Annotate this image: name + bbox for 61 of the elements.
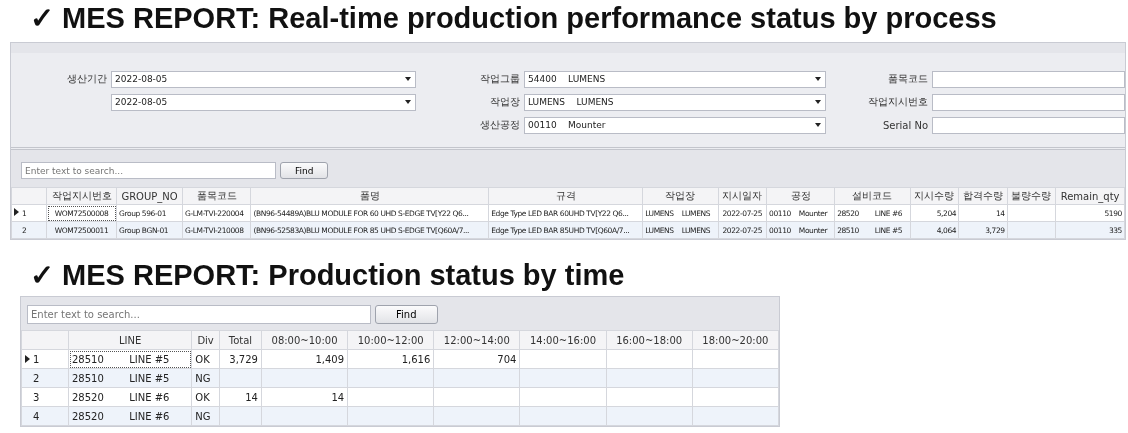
- column-header[interactable]: 불량수량: [1007, 187, 1056, 205]
- row-number[interactable]: 1: [21, 349, 69, 369]
- column-header[interactable]: 14:00~16:00: [519, 330, 607, 350]
- table-cell: 1,409: [261, 349, 348, 369]
- column-header[interactable]: 작업장: [642, 187, 719, 205]
- dropdown-field[interactable]: LUMENS LUMENS: [524, 93, 826, 111]
- input-field[interactable]: [932, 116, 1125, 134]
- column-header[interactable]: 지시일자: [718, 187, 767, 205]
- column-header[interactable]: 12:00~14:00: [433, 330, 520, 350]
- input-field[interactable]: [932, 93, 1125, 111]
- row-number[interactable]: 3: [21, 387, 69, 407]
- table-cell: 3,729: [219, 349, 262, 369]
- dropdown-field[interactable]: 54400 LUMENS: [524, 70, 826, 88]
- column-header[interactable]: 10:00~12:00: [347, 330, 434, 350]
- column-header[interactable]: 설비코드: [834, 187, 911, 205]
- column-header[interactable]: 18:00~20:00: [692, 330, 779, 350]
- column-header[interactable]: 품명: [250, 187, 489, 205]
- column-header[interactable]: 지시수량: [910, 187, 959, 205]
- dropdown-caret-icon[interactable]: [815, 123, 821, 127]
- column-header[interactable]: 16:00~18:00: [606, 330, 693, 350]
- table-cell: 14: [261, 387, 348, 407]
- table-cell: OK: [191, 349, 220, 369]
- column-header[interactable]: 08:00~10:00: [261, 330, 348, 350]
- column-header[interactable]: GROUP_NO: [116, 187, 183, 205]
- table-cell: [1007, 204, 1056, 222]
- field-label: 생산기간: [66, 72, 107, 86]
- table-cell: 14: [219, 387, 262, 407]
- column-header[interactable]: Remain_qty: [1055, 187, 1125, 205]
- dropdown-field[interactable]: 00110 Mounter: [524, 116, 826, 134]
- find-button[interactable]: Find: [280, 162, 329, 179]
- column-header[interactable]: 규격: [488, 187, 643, 205]
- field-label: 생산공정: [479, 118, 520, 132]
- column-header[interactable]: 공정: [766, 187, 835, 205]
- find-button[interactable]: Find: [375, 305, 438, 324]
- column-header[interactable]: 작업지시번호: [46, 187, 117, 205]
- table-cell: 28510 LINE #5: [68, 349, 192, 369]
- field-label: 작업장: [489, 95, 520, 109]
- table-cell: 1,616: [347, 349, 434, 369]
- field-label: 작업지시번호: [867, 95, 928, 109]
- field-label: 작업그룹: [479, 72, 520, 86]
- field-label: Serial No: [881, 119, 928, 131]
- section-title: ✓ MES REPORT: Real-time production performance status by process: [29, 1, 998, 36]
- field-label: 품목코드: [887, 72, 928, 86]
- dropdown-caret-icon[interactable]: [405, 77, 411, 81]
- column-header[interactable]: 합격수량: [958, 187, 1008, 205]
- table-cell: 28520 LINE #6: [68, 387, 192, 407]
- table-cell: 704: [433, 349, 520, 369]
- dropdown-caret-icon[interactable]: [815, 77, 821, 81]
- table-cell: OK: [191, 387, 220, 407]
- dropdown-field[interactable]: 2022-08-05: [111, 93, 416, 111]
- column-header[interactable]: 품목코드: [182, 187, 251, 205]
- section-title: ✓ MES REPORT: Production status by time: [29, 258, 626, 293]
- column-header[interactable]: LINE: [68, 330, 192, 350]
- dropdown-field[interactable]: 2022-08-05: [111, 70, 416, 88]
- column-header[interactable]: Div: [191, 330, 220, 350]
- input-field[interactable]: [932, 70, 1125, 88]
- search-field[interactable]: Enter text to search...: [21, 162, 276, 179]
- search-field[interactable]: Enter text to search...: [27, 305, 371, 324]
- dropdown-caret-icon[interactable]: [405, 100, 411, 104]
- column-header[interactable]: Total: [219, 330, 262, 350]
- dropdown-caret-icon[interactable]: [815, 100, 821, 104]
